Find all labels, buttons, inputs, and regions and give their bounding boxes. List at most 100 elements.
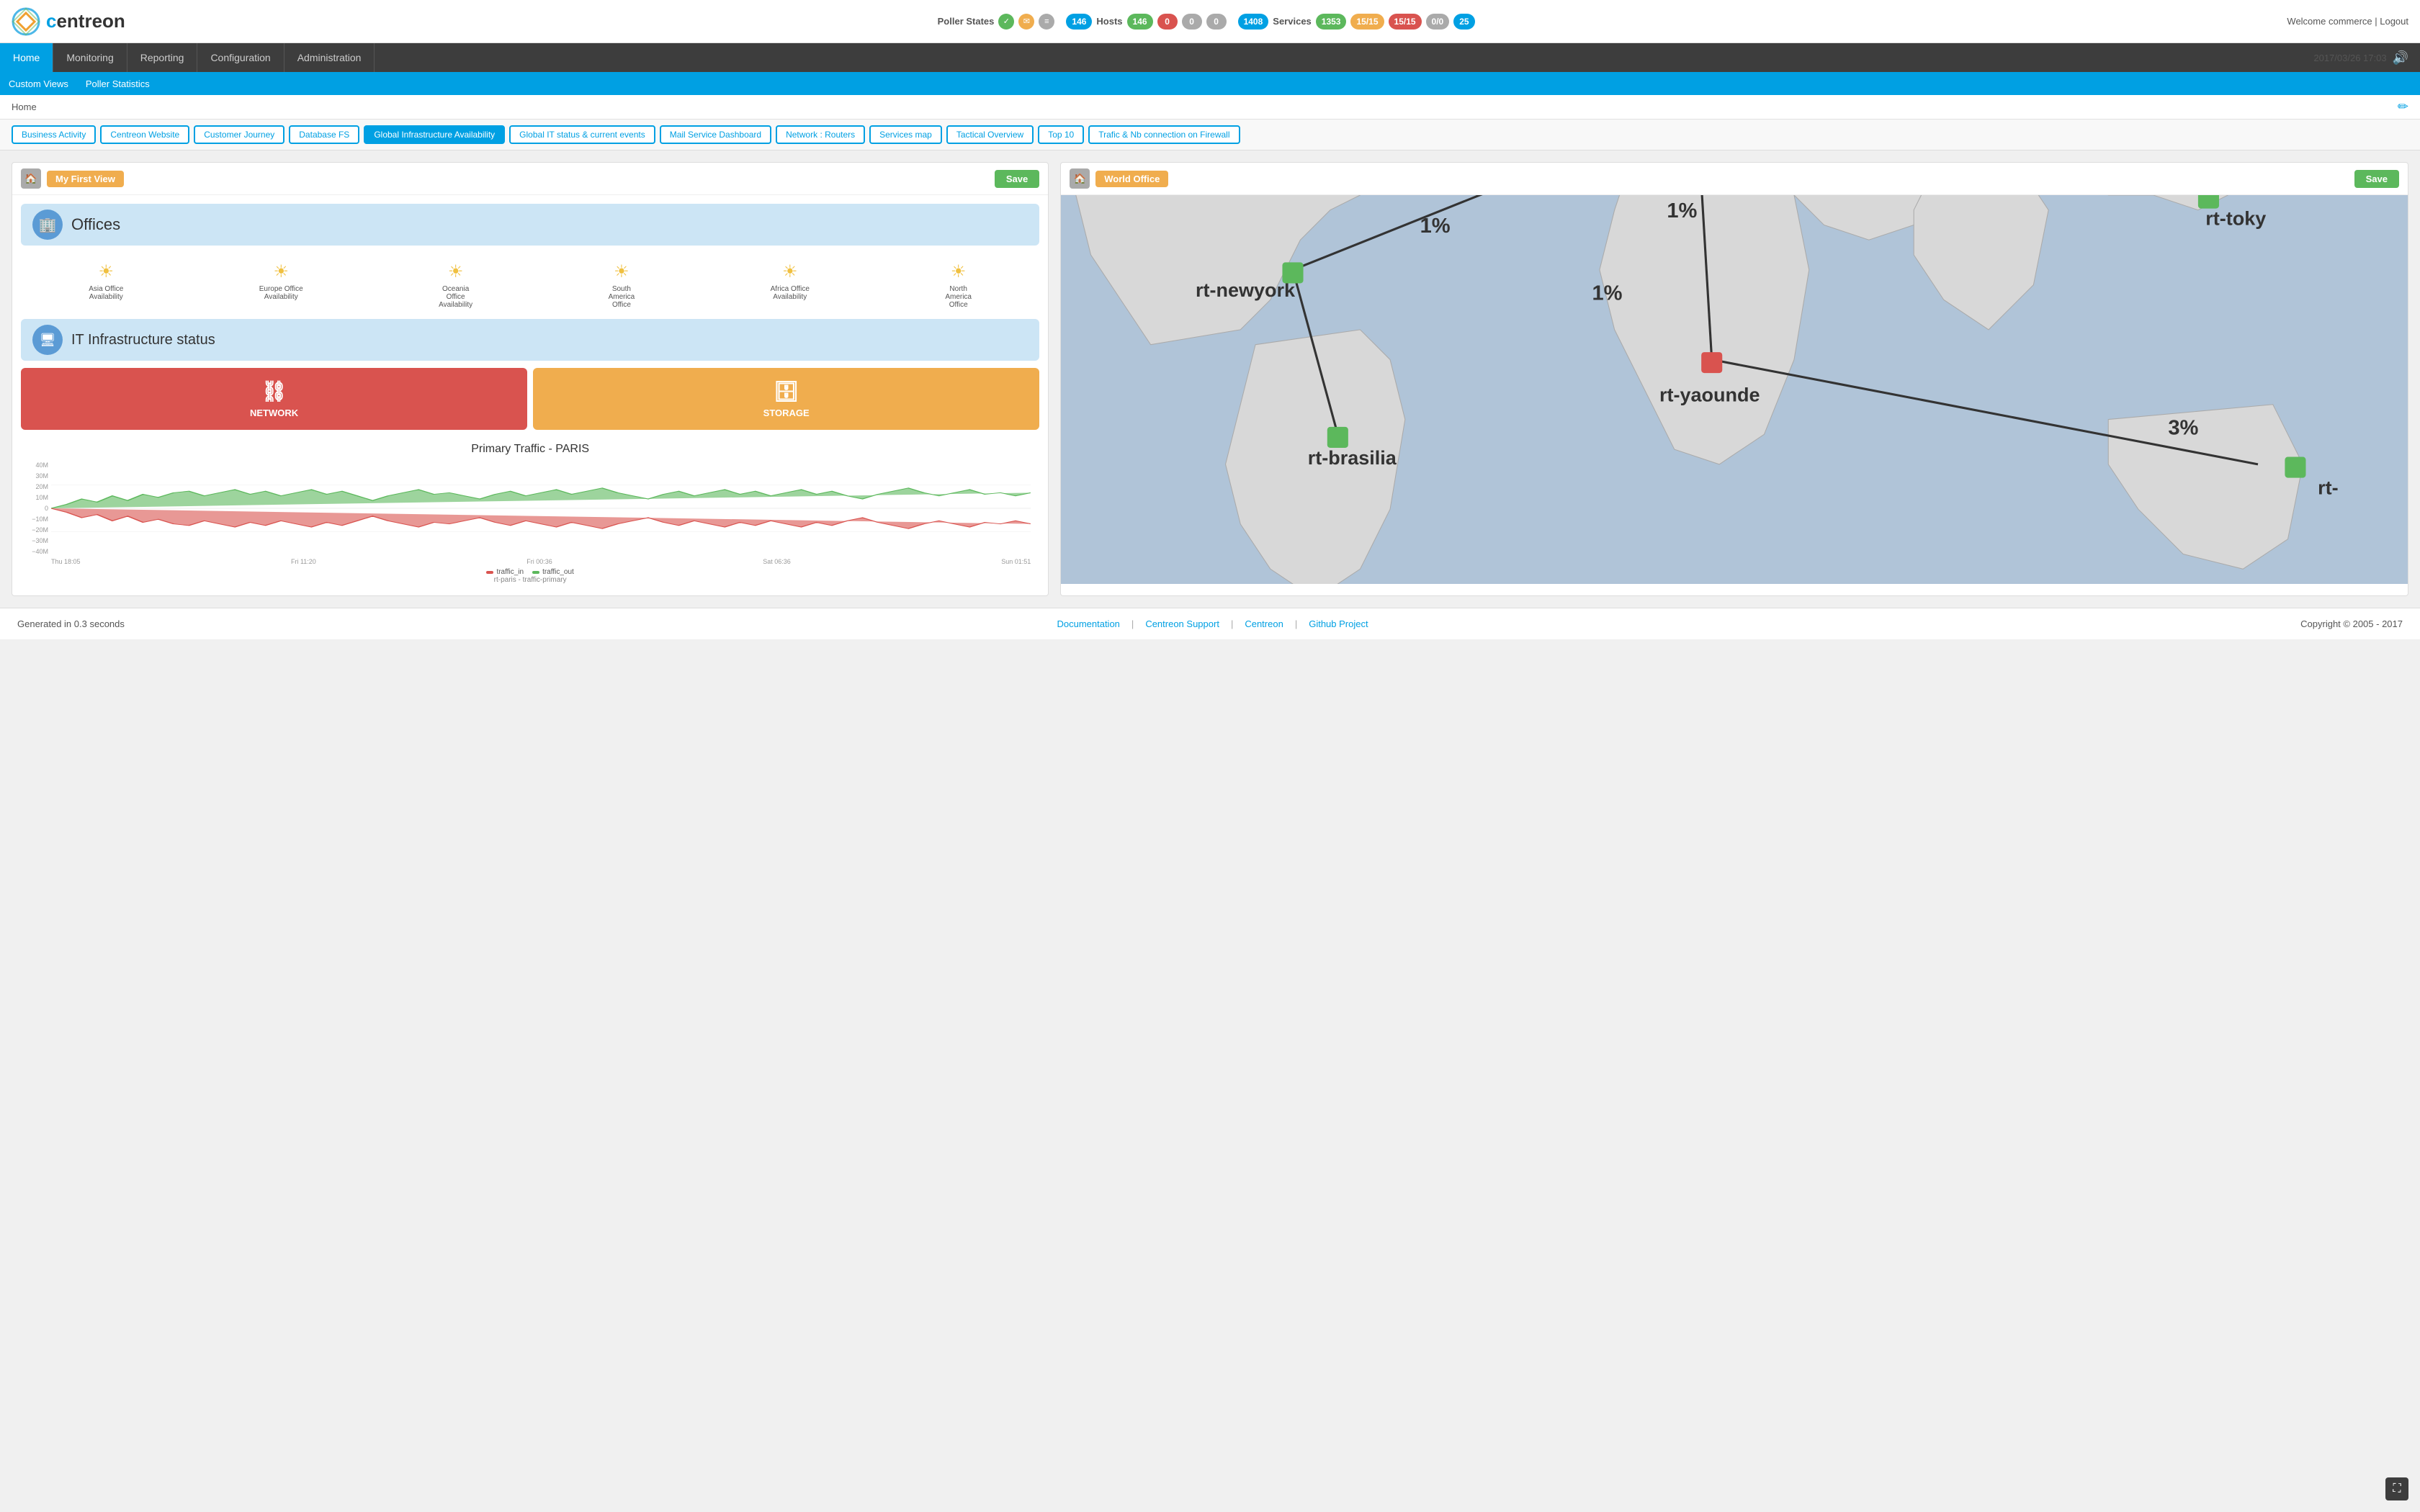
tab-business-activity[interactable]: Business Activity xyxy=(12,125,96,144)
tab-mail-service[interactable]: Mail Service Dashboard xyxy=(660,125,771,144)
footer-generated: Generated in 0.3 seconds xyxy=(17,618,125,629)
offices-icon: 🏢 xyxy=(32,210,63,240)
y-label-10m: 10M xyxy=(30,494,48,501)
network-icon: ⛓ xyxy=(261,379,287,403)
tab-centreon-website[interactable]: Centreon Website xyxy=(100,125,189,144)
status-bar: Poller States ✓ ✉ ≡ 146 Hosts 146 0 0 0 … xyxy=(938,14,1475,30)
storage-icon: 🗄 xyxy=(774,379,799,403)
left-panel-save-button[interactable]: Save xyxy=(995,170,1039,188)
office-icons-row: ☀ Asia OfficeAvailability ☀ Europe Offic… xyxy=(21,256,1039,319)
office-europe-label: Europe OfficeAvailability xyxy=(259,285,303,301)
right-panel-name: World Office xyxy=(1095,171,1168,187)
datetime-text: 2017/03/26 17:03 xyxy=(2313,53,2386,63)
office-north-america: ☀ NorthAmericaOffice xyxy=(945,261,972,309)
office-europe: ☀ Europe OfficeAvailability xyxy=(259,261,303,309)
nav-reporting[interactable]: Reporting xyxy=(127,43,198,72)
sep1: | xyxy=(1131,618,1134,629)
user-area: Welcome commerce | Logout xyxy=(2287,16,2408,27)
tab-tactical-overview[interactable]: Tactical Overview xyxy=(946,125,1034,144)
tab-top10[interactable]: Top 10 xyxy=(1038,125,1084,144)
office-south-america-label: SouthAmericaOffice xyxy=(609,285,635,309)
y-label-n30m: −30M xyxy=(30,537,48,544)
traffic-title: Primary Traffic - PARIS xyxy=(30,443,1031,456)
legend-traffic-out: traffic_out xyxy=(532,568,574,576)
sun-icon-asia: ☀ xyxy=(99,261,115,282)
nav-administration[interactable]: Administration xyxy=(284,43,375,72)
world-map-svg: 1% 3% 0% 1% 3% 1% 1% 2% 3% rt-newyork rt… xyxy=(1061,195,2408,584)
nav-bar: Home Monitoring Reporting Configuration … xyxy=(0,43,2420,72)
y-label-20m: 20M xyxy=(30,483,48,490)
sun-icon-africa: ☀ xyxy=(782,261,798,282)
tab-network-routers[interactable]: Network : Routers xyxy=(776,125,865,144)
services-orange-badge: 15/15 xyxy=(1350,14,1384,30)
subnav-custom-views[interactable]: Custom Views xyxy=(6,78,71,89)
nav-home[interactable]: Home xyxy=(0,43,53,72)
right-panel-home-icon[interactable]: 🏠 xyxy=(1070,168,1090,189)
tab-trafic-firewall[interactable]: Trafic & Nb connection on Firewall xyxy=(1088,125,1240,144)
node-toky xyxy=(2198,195,2219,209)
y-label-n10m: −10M xyxy=(30,516,48,523)
infra-box-storage: 🗄 STORAGE xyxy=(533,368,1039,430)
footer-link-support[interactable]: Centreon Support xyxy=(1145,618,1219,629)
tab-database-fs[interactable]: Database FS xyxy=(289,125,359,144)
y-label-n40m: −40M xyxy=(30,548,48,555)
legend-traffic-in: traffic_in xyxy=(486,568,524,576)
left-panel-name: My First View xyxy=(47,171,124,187)
svg-text:1%: 1% xyxy=(1667,199,1698,222)
left-panel: 🏠 My First View Save 🏢 Offices ☀ Asia Of… xyxy=(12,162,1049,596)
world-map-container: 1% 3% 0% 1% 3% 1% 1% 2% 3% rt-newyork rt… xyxy=(1061,195,2408,584)
breadcrumb-text: Home xyxy=(12,102,37,112)
node-yaounde xyxy=(1701,352,1722,373)
expand-icon[interactable]: ⛶ xyxy=(2385,1477,2408,1500)
chart-footer: rt-paris - traffic-primary xyxy=(30,576,1031,584)
legend-in-label: traffic_in xyxy=(496,568,524,576)
tab-global-it-status[interactable]: Global IT status & current events xyxy=(509,125,655,144)
tab-services-map[interactable]: Services map xyxy=(869,125,942,144)
subnav-poller-stats[interactable]: Poller Statistics xyxy=(83,78,153,89)
svg-text:rt-newyork: rt-newyork xyxy=(1196,279,1296,301)
it-infra-title-row: 🖥 IT Infrastructure status xyxy=(21,319,1039,361)
poller-label: Poller States xyxy=(938,16,995,27)
nav-configuration[interactable]: Configuration xyxy=(197,43,284,72)
right-panel-save-button[interactable]: Save xyxy=(2354,170,2399,188)
main-content: 🏠 My First View Save 🏢 Offices ☀ Asia Of… xyxy=(0,150,2420,608)
poller-icon-mail: ✉ xyxy=(1018,14,1034,30)
tab-customer-journey[interactable]: Customer Journey xyxy=(194,125,284,144)
hosts-total-badge: 146 xyxy=(1066,14,1092,30)
svg-text:rt-: rt- xyxy=(2318,477,2339,498)
footer-link-docs[interactable]: Documentation xyxy=(1057,618,1119,629)
sep2: | xyxy=(1231,618,1233,629)
office-asia-label: Asia OfficeAvailability xyxy=(89,285,123,301)
speaker-icon[interactable]: 🔊 xyxy=(2393,50,2408,66)
nav-monitoring[interactable]: Monitoring xyxy=(53,43,127,72)
right-panel: 🏠 World Office Save xyxy=(1060,162,2408,596)
offices-title-row: 🏢 Offices xyxy=(21,204,1039,246)
footer-links: Documentation | Centreon Support | Centr… xyxy=(1057,618,1368,629)
left-panel-home-icon[interactable]: 🏠 xyxy=(21,168,41,189)
logo-text: centreon xyxy=(46,10,125,32)
storage-label: STORAGE xyxy=(763,408,810,418)
svg-text:3%: 3% xyxy=(2169,416,2199,439)
infra-boxes: ⛓ NETWORK 🗄 STORAGE xyxy=(21,368,1039,430)
sun-icon-south-america: ☀ xyxy=(614,261,629,282)
svg-text:rt-yaounde: rt-yaounde xyxy=(1659,384,1760,406)
services-total-badge: 1408 xyxy=(1238,14,1269,30)
office-north-america-label: NorthAmericaOffice xyxy=(945,285,972,309)
footer-link-centreon[interactable]: Centreon xyxy=(1245,618,1283,629)
poller-icon-db: ≡ xyxy=(1039,14,1054,30)
office-south-america: ☀ SouthAmericaOffice xyxy=(609,261,635,309)
it-infra-title: IT Infrastructure status xyxy=(71,332,215,348)
footer-link-github[interactable]: Github Project xyxy=(1309,618,1368,629)
edit-icon[interactable]: ✏ xyxy=(2398,99,2408,114)
services-label: Services xyxy=(1273,16,1312,27)
services-green-badge: 1353 xyxy=(1316,14,1347,30)
poller-states-group: Poller States ✓ ✉ ≡ xyxy=(938,14,1055,30)
node-newyork xyxy=(1283,262,1304,283)
tabs-bar: Business Activity Centreon Website Custo… xyxy=(0,120,2420,150)
y-label-40m: 40M xyxy=(30,462,48,469)
sun-icon-north-america: ☀ xyxy=(951,261,967,282)
services-blue-badge: 25 xyxy=(1453,14,1474,30)
tab-global-infra[interactable]: Global Infrastructure Availability xyxy=(364,125,505,144)
hosts-gray2-badge: 0 xyxy=(1206,14,1227,30)
services-red-badge: 15/15 xyxy=(1389,14,1422,30)
